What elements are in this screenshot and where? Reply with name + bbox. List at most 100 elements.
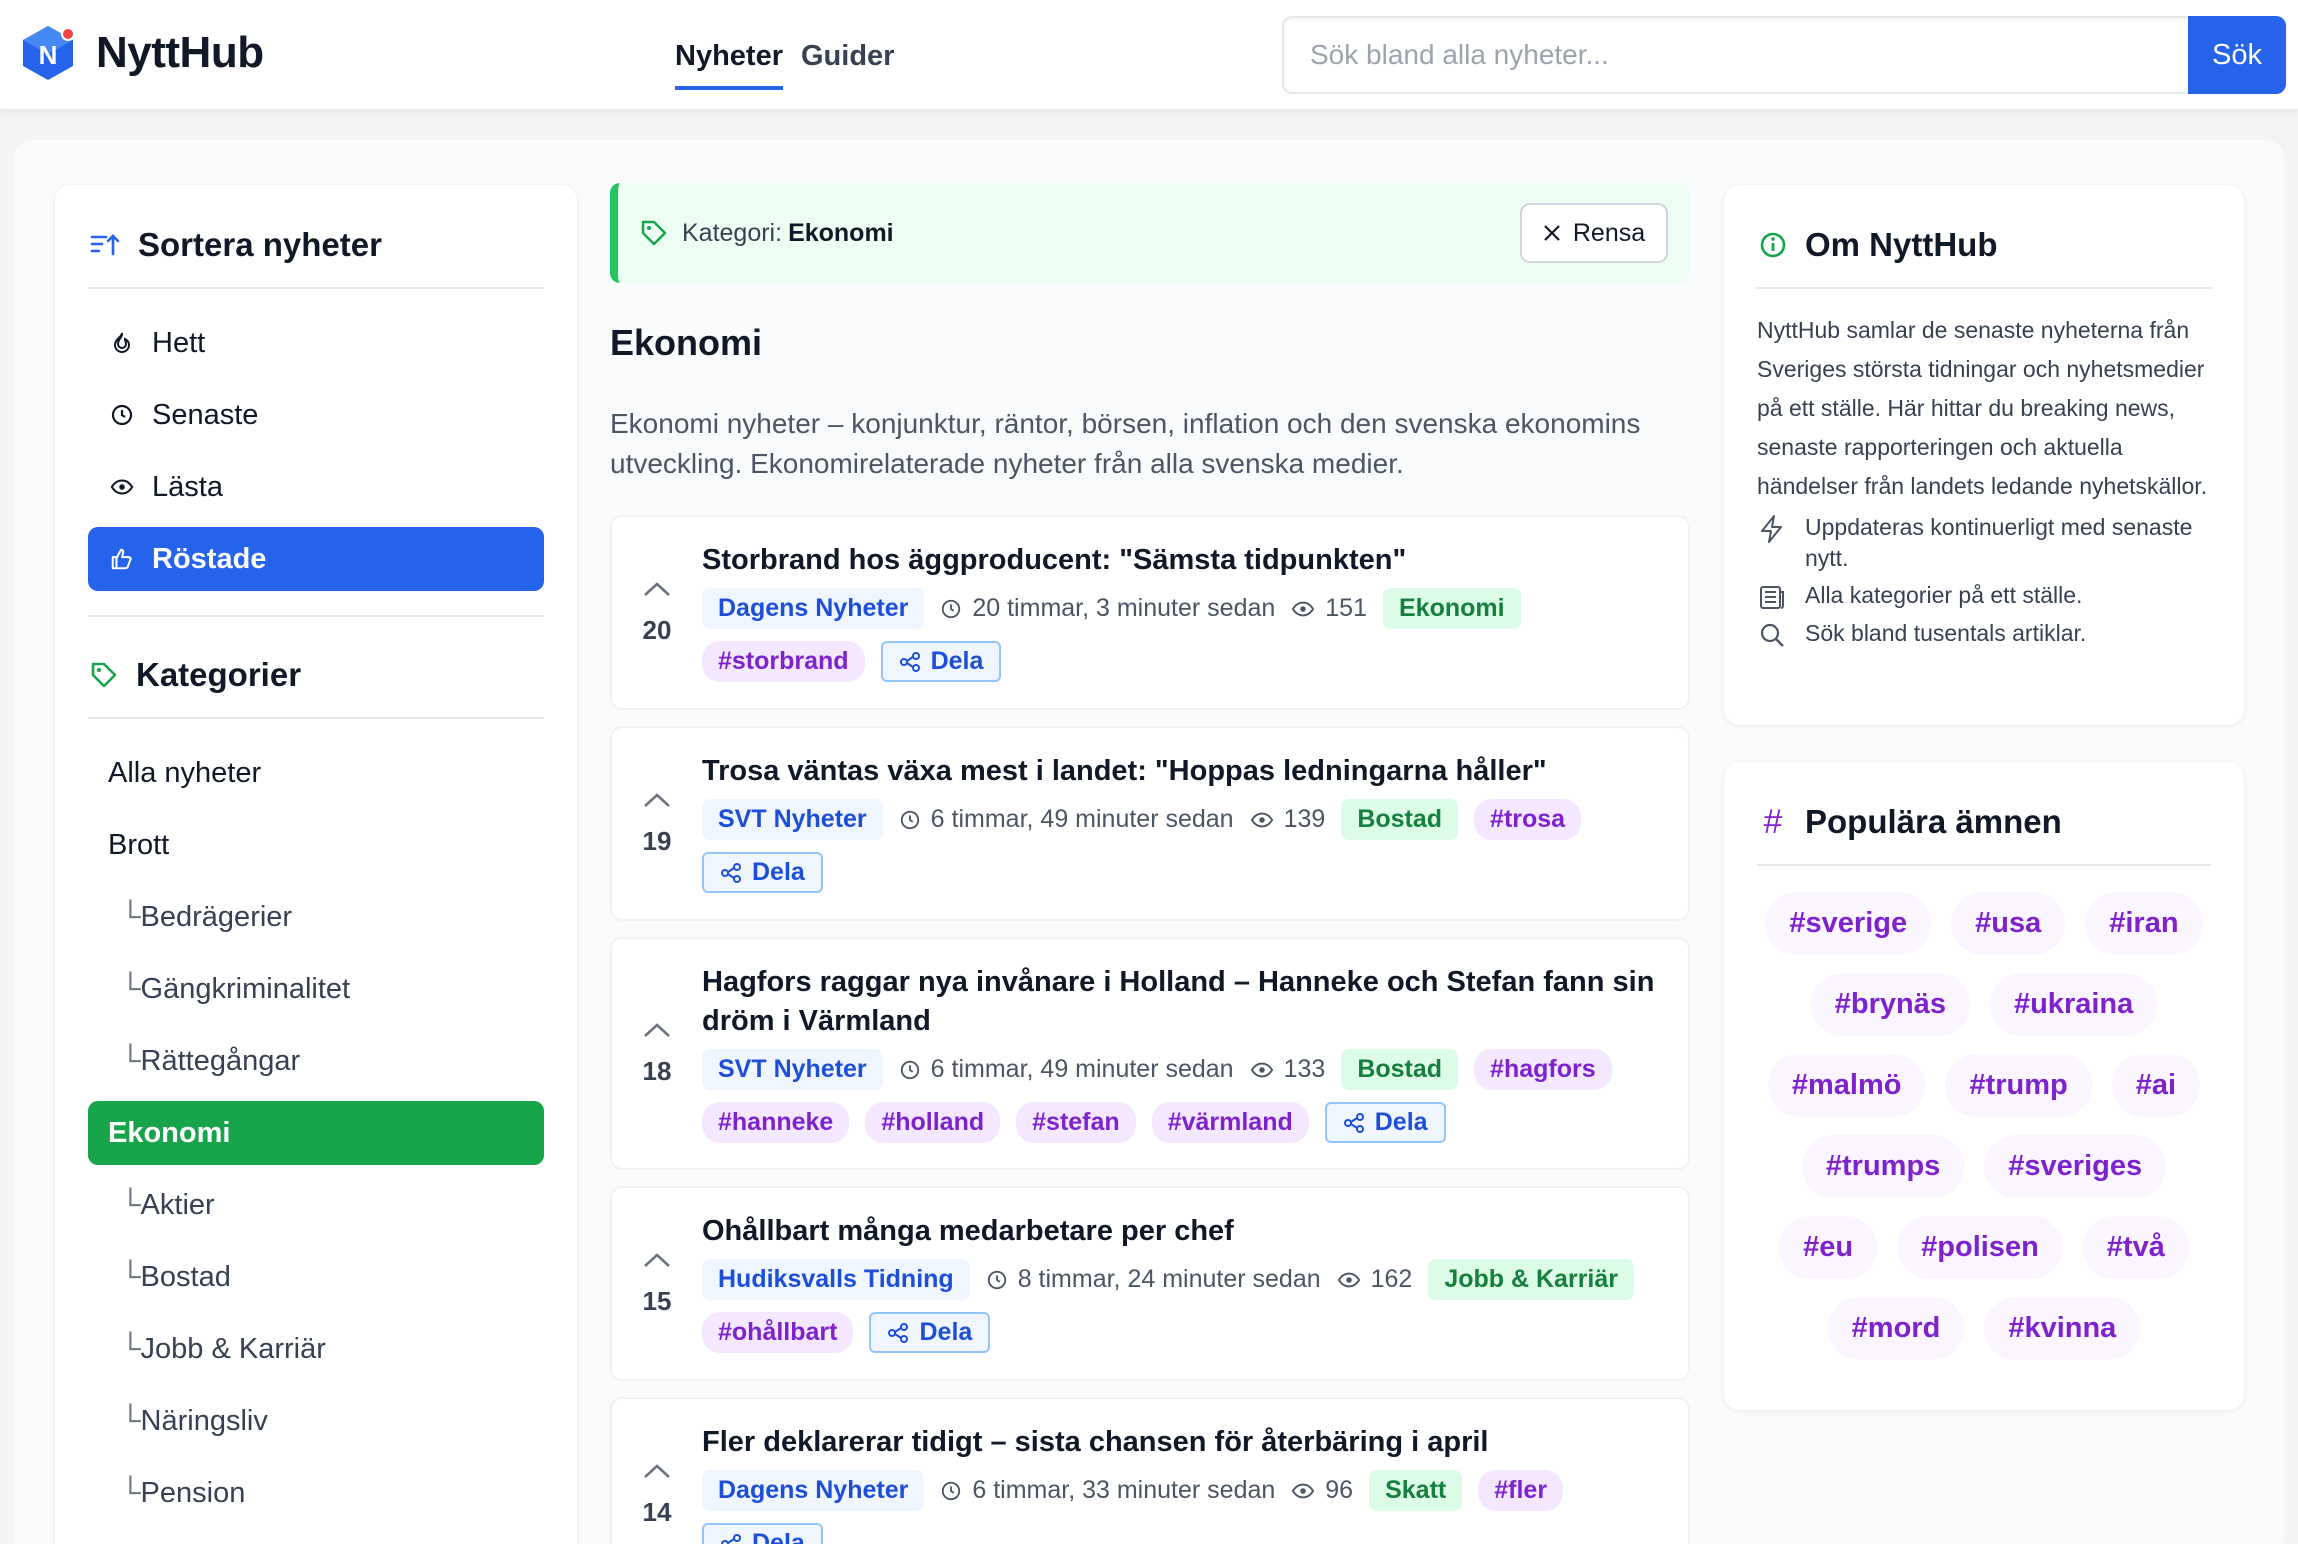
news-title[interactable]: Storbrand hos äggproducent: "Sämsta tidp… [702,541,1664,580]
news-meta: SVT Nyheter 6 timmar, 49 minuter sedan 1… [702,1049,1664,1143]
upvote-icon[interactable] [642,1020,672,1040]
view-count: 133 [1250,1055,1325,1084]
category-gangkriminalitet[interactable]: └ Gängkriminalitet [88,957,544,1021]
category-bostad[interactable]: └ Bostad [88,1245,544,1309]
category-description: Ekonomi nyheter – konjunktur, räntor, bö… [610,408,1641,479]
popular-tag[interactable]: #två [2082,1216,2189,1279]
news-title[interactable]: Ohållbart många medarbetare per chef [702,1212,1664,1251]
share-label: Dela [930,647,984,675]
category-badge[interactable]: Jobb & Karriär [1428,1259,1635,1300]
share-button[interactable]: Dela [702,852,823,893]
search-bar: Sök [1282,16,2286,94]
share-button[interactable]: Dela [702,1523,823,1544]
feature-text: Alla kategorier på ett ställe. [1805,582,2083,608]
news-body: Storbrand hos äggproducent: "Sämsta tidp… [702,541,1664,682]
upvote-icon[interactable] [642,579,672,599]
logo[interactable]: N NyttHub [20,24,264,82]
category-badge[interactable]: Skatt [1369,1470,1463,1511]
view-count: 151 [1291,594,1367,623]
popular-tag[interactable]: #usa [1951,892,2066,955]
fire-icon [110,331,134,355]
popular-tag[interactable]: #kvinna [1984,1297,2141,1360]
nav-guider[interactable]: Guider [801,0,894,90]
search-button[interactable]: Sök [2188,16,2286,94]
news-tag[interactable]: #holland [865,1102,1001,1143]
source-badge[interactable]: SVT Nyheter [702,799,883,840]
timestamp: 6 timmar, 49 minuter sedan [899,1055,1234,1084]
close-icon [1544,225,1560,241]
share-icon [888,1322,909,1343]
filter-label: Kategori: [682,218,783,247]
category-aktier[interactable]: └ Aktier [88,1173,544,1237]
popular-topics-card: # Populära ämnen #sverige #usa #iran #br… [1724,762,2244,1410]
upvote-icon[interactable] [642,1250,672,1270]
sort-item-senaste[interactable]: Senaste [88,383,544,447]
vote-count: 14 [642,1497,672,1527]
divider [1757,287,2211,289]
popular-tag[interactable]: #trump [1945,1054,2092,1117]
news-meta: Hudiksvalls Tidning 8 timmar, 24 minuter… [702,1259,1664,1353]
search-icon [1760,623,1784,647]
category-ekonomi[interactable]: Ekonomi [88,1101,544,1165]
category-jobb-karriar[interactable]: └ Jobb & Karriär [88,1317,544,1381]
upvote-icon[interactable] [642,1461,672,1481]
news-tag[interactable]: #stefan [1016,1102,1136,1143]
popular-tag[interactable]: #sverige [1765,892,1932,955]
popular-tag[interactable]: #iran [2085,892,2203,955]
news-tag[interactable]: #trosa [1474,799,1582,840]
news-tag[interactable]: #storbrand [702,641,865,682]
upvote-icon[interactable] [642,790,672,810]
news-body: Trosa väntas växa mest i landet: "Hoppas… [702,752,1664,893]
logo-text: NyttHub [96,28,264,77]
sort-item-hett[interactable]: Hett [88,311,544,375]
popular-tag[interactable]: #ai [2111,1054,2201,1117]
popular-title: Populära ämnen [1805,803,2062,840]
news-title[interactable]: Trosa väntas växa mest i landet: "Hoppas… [702,752,1664,791]
vote-count: 15 [642,1286,672,1316]
sort-item-rostade[interactable]: Röstade [88,527,544,591]
search-input[interactable] [1282,16,2188,94]
category-badge[interactable]: Bostad [1341,1049,1459,1090]
popular-tag[interactable]: #brynäs [1810,973,1970,1036]
popular-tag[interactable]: #sveriges [1984,1135,2167,1198]
source-badge[interactable]: SVT Nyheter [702,1049,883,1090]
source-badge[interactable]: Dagens Nyheter [702,588,925,629]
news-title[interactable]: Fler deklarerar tidigt – sista chansen f… [702,1423,1664,1462]
clock-icon [942,1481,961,1500]
share-label: Dela [919,1318,973,1346]
category-list: Alla nyheter Brott └ Bedrägerier └ Gängkri… [88,741,544,1525]
share-button[interactable]: Dela [880,641,1002,682]
clock-icon [900,1060,919,1079]
news-tag[interactable]: #hagfors [1474,1049,1612,1090]
share-button[interactable]: Dela [869,1312,991,1353]
category-alla-nyheter[interactable]: Alla nyheter [88,741,544,805]
news-title[interactable]: Hagfors raggar nya invånare i Holland – … [702,963,1664,1041]
source-badge[interactable]: Hudiksvalls Tidning [702,1259,970,1300]
nav-nyheter[interactable]: Nyheter [675,0,783,90]
news-tag[interactable]: #fler [1478,1470,1564,1511]
category-naringsliv[interactable]: └ Näringsliv [88,1389,544,1453]
popular-tag[interactable]: #polisen [1897,1216,2063,1279]
popular-tag[interactable]: #trumps [1801,1135,1965,1198]
news-tag[interactable]: #värmland [1151,1102,1309,1143]
active-filter: Kategori: Ekonomi Rensa [610,183,1690,283]
popular-tag[interactable]: #ukraina [1989,973,2158,1036]
share-button[interactable]: Dela [1324,1102,1446,1143]
news-item: 14 Fler deklarerar tidigt – sista chanse… [610,1397,1690,1544]
news-tag[interactable]: #hanneke [702,1102,850,1143]
popular-tag[interactable]: #eu [1779,1216,1878,1279]
category-rattegangar[interactable]: └ Rättegångar [88,1029,544,1093]
news-tag[interactable]: #ohållbart [702,1312,854,1353]
category-badge[interactable]: Bostad [1341,799,1459,840]
popular-tag[interactable]: #mord [1827,1297,1965,1360]
category-pension[interactable]: └ Pension [88,1461,544,1525]
views-text: 151 [1325,594,1367,622]
category-bedragerier[interactable]: └ Bedrägerier [88,885,544,949]
popular-tag[interactable]: #malmö [1767,1054,1926,1117]
sort-item-lasta[interactable]: Lästa [88,455,544,519]
clear-filter-button[interactable]: Rensa [1520,203,1668,263]
tag-icon [91,662,117,688]
category-brott[interactable]: Brott [88,813,544,877]
category-badge[interactable]: Ekonomi [1383,588,1521,629]
source-badge[interactable]: Dagens Nyheter [702,1470,925,1511]
